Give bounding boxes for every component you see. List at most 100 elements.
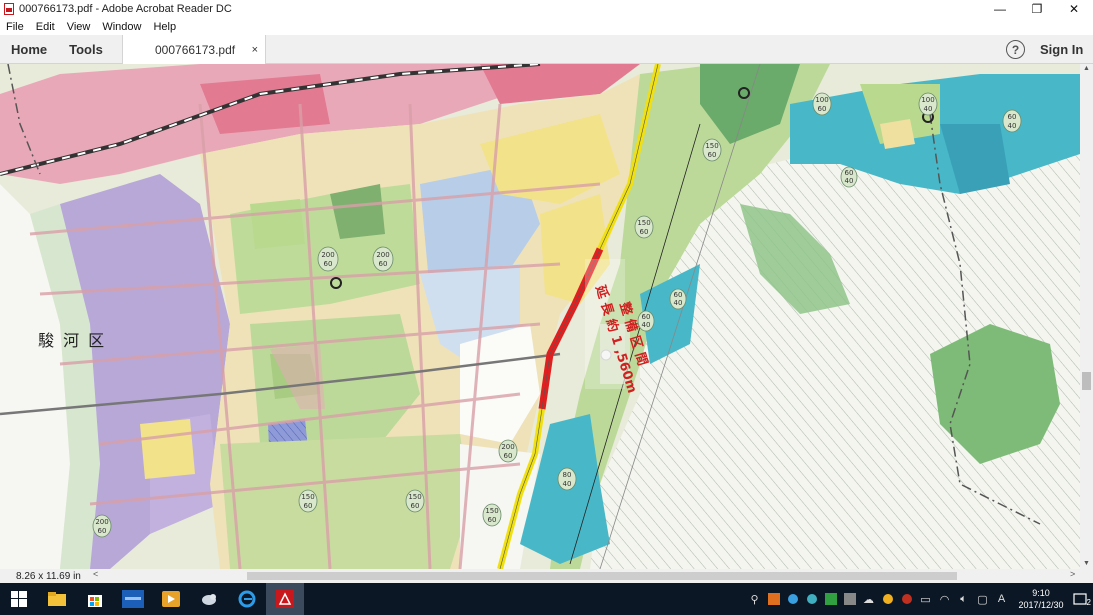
- battery-icon[interactable]: ▭: [917, 591, 934, 607]
- wifi-icon[interactable]: ◠: [936, 591, 953, 607]
- document-viewport[interactable]: 100 60 60 40 150 60 150 60 200 60 200 60 60 40 …: [0, 64, 1080, 569]
- scroll-down-icon[interactable]: ▼: [1080, 559, 1093, 569]
- svg-text:60: 60: [379, 260, 388, 268]
- zone-value-1: 200: [321, 251, 334, 259]
- tray-app-icon-5[interactable]: [841, 591, 858, 607]
- menu-view[interactable]: View: [61, 21, 97, 33]
- file-explorer-button[interactable]: [38, 583, 76, 615]
- play-icon: [162, 591, 180, 607]
- svg-text:60: 60: [642, 313, 651, 321]
- tray-app-icon-2[interactable]: [784, 591, 801, 607]
- people-icon[interactable]: ⚲: [746, 591, 763, 607]
- svg-text:60: 60: [818, 105, 827, 113]
- ward-label: 駿 河 区: [38, 331, 107, 350]
- menu-edit[interactable]: Edit: [30, 21, 61, 33]
- menu-help[interactable]: Help: [147, 21, 182, 33]
- svg-text:60: 60: [304, 502, 313, 510]
- scroll-right-icon[interactable]: >: [1070, 569, 1075, 579]
- pdf-app-icon: [4, 3, 14, 15]
- internet-explorer-button[interactable]: [228, 583, 266, 615]
- tray-app-icon-7[interactable]: [898, 591, 915, 607]
- internet-explorer-icon: [238, 590, 256, 608]
- clock-date: 2017/12/30: [1018, 600, 1064, 610]
- svg-text:40: 40: [674, 299, 683, 307]
- menu-file[interactable]: File: [0, 21, 30, 33]
- page-size: 8.26 x 11.69 in: [16, 570, 81, 582]
- menu-bar: File Edit View Window Help: [0, 18, 1093, 35]
- zone-value-2: 200: [376, 251, 389, 259]
- acrobat-icon: [276, 590, 294, 608]
- svg-text:40: 40: [563, 480, 572, 488]
- tray-app-icon-3[interactable]: [803, 591, 820, 607]
- close-tab-icon[interactable]: ×: [252, 44, 258, 56]
- clock[interactable]: 9:10 2017/12/30: [1015, 587, 1067, 611]
- menu-window[interactable]: Window: [96, 21, 147, 33]
- store-bag-icon: [88, 595, 102, 607]
- windows-logo-icon: [11, 591, 27, 607]
- svg-text:40: 40: [642, 321, 651, 329]
- svg-text:60: 60: [324, 260, 333, 268]
- svg-text:60: 60: [98, 527, 107, 535]
- tab-document[interactable]: 000766173.pdf ×: [122, 35, 266, 64]
- cloud-icon[interactable]: ☁: [860, 591, 877, 607]
- clock-time: 9:10: [1032, 588, 1050, 598]
- svg-text:60: 60: [1008, 113, 1017, 121]
- vertical-scrollbar[interactable]: ▲ ▼: [1080, 64, 1093, 569]
- svg-text:200: 200: [501, 443, 514, 451]
- zone-value-top-1: 100: [815, 96, 828, 104]
- tray-app-icon-4[interactable]: [822, 591, 839, 607]
- zone-value-top-2: 60: [845, 169, 854, 177]
- folder-icon: [48, 592, 66, 606]
- zone-value-top-3: 150: [705, 142, 718, 150]
- sign-in-button[interactable]: Sign In: [1040, 35, 1083, 64]
- document-tab-label: 000766173.pdf: [155, 42, 236, 57]
- status-bar: 8.26 x 11.69 in < >: [0, 569, 1093, 583]
- window-title: 000766173.pdf - Adobe Acrobat Reader DC: [19, 3, 232, 15]
- tab-tools[interactable]: Tools: [58, 42, 114, 57]
- city-plan-map: 10060 6040 15060 15060 20060 20060 6040 …: [0, 64, 1080, 569]
- ime-indicator[interactable]: A: [993, 591, 1010, 607]
- scroll-up-icon[interactable]: ▲: [1080, 64, 1093, 74]
- svg-text:60: 60: [674, 291, 683, 299]
- restore-button[interactable]: ❐: [1018, 0, 1056, 18]
- svg-text:80: 80: [563, 471, 572, 479]
- tray-app-icon-6[interactable]: [879, 591, 896, 607]
- svg-text:40: 40: [924, 105, 933, 113]
- vertical-scroll-thumb[interactable]: [1082, 372, 1091, 390]
- app-tile-icon: [122, 590, 144, 608]
- volume-icon[interactable]: 🔈︎: [955, 591, 972, 607]
- close-window-button[interactable]: ✕: [1055, 0, 1093, 18]
- svg-text:100: 100: [921, 96, 934, 104]
- taskbar: ⚲ ☁ ▭ ◠ 🔈︎ ▢ A 9:10 2017/12/30 2: [0, 583, 1093, 615]
- acrobat-reader-button[interactable]: [266, 583, 304, 615]
- app-button-blue[interactable]: [114, 583, 152, 615]
- svg-text:60: 60: [411, 502, 420, 510]
- svg-text:150: 150: [485, 507, 498, 515]
- tab-bar: Home Tools 000766173.pdf × ? Sign In: [0, 35, 1093, 64]
- start-button[interactable]: [0, 583, 38, 615]
- system-tray: ⚲ ☁ ▭ ◠ 🔈︎ ▢ A 9:10 2017/12/30 2: [745, 583, 1093, 615]
- svg-text:40: 40: [1008, 122, 1017, 130]
- svg-text:60: 60: [488, 516, 497, 524]
- svg-text:150: 150: [301, 493, 314, 501]
- svg-text:60: 60: [640, 228, 649, 236]
- zone-value-top-4: 150: [637, 219, 650, 227]
- horizontal-scrollbar[interactable]: [92, 571, 1080, 581]
- media-player-button[interactable]: [152, 583, 190, 615]
- svg-text:60: 60: [504, 452, 513, 460]
- svg-text:150: 150: [408, 493, 421, 501]
- horizontal-scroll-thumb[interactable]: [247, 572, 957, 580]
- help-icon[interactable]: ?: [1006, 40, 1025, 59]
- svg-text:40: 40: [845, 177, 854, 185]
- minimize-button[interactable]: —: [981, 0, 1019, 18]
- notification-center-icon[interactable]: 2: [1068, 591, 1092, 607]
- tray-app-icon-1[interactable]: [765, 591, 782, 607]
- svg-text:200: 200: [95, 518, 108, 526]
- store-button[interactable]: [76, 583, 114, 615]
- title-bar: 000766173.pdf - Adobe Acrobat Reader DC …: [0, 0, 1093, 18]
- app-button-bird[interactable]: [190, 583, 228, 615]
- svg-text:60: 60: [708, 151, 717, 159]
- tab-home[interactable]: Home: [0, 42, 58, 57]
- bird-icon: [202, 594, 216, 605]
- display-icon[interactable]: ▢: [974, 591, 991, 607]
